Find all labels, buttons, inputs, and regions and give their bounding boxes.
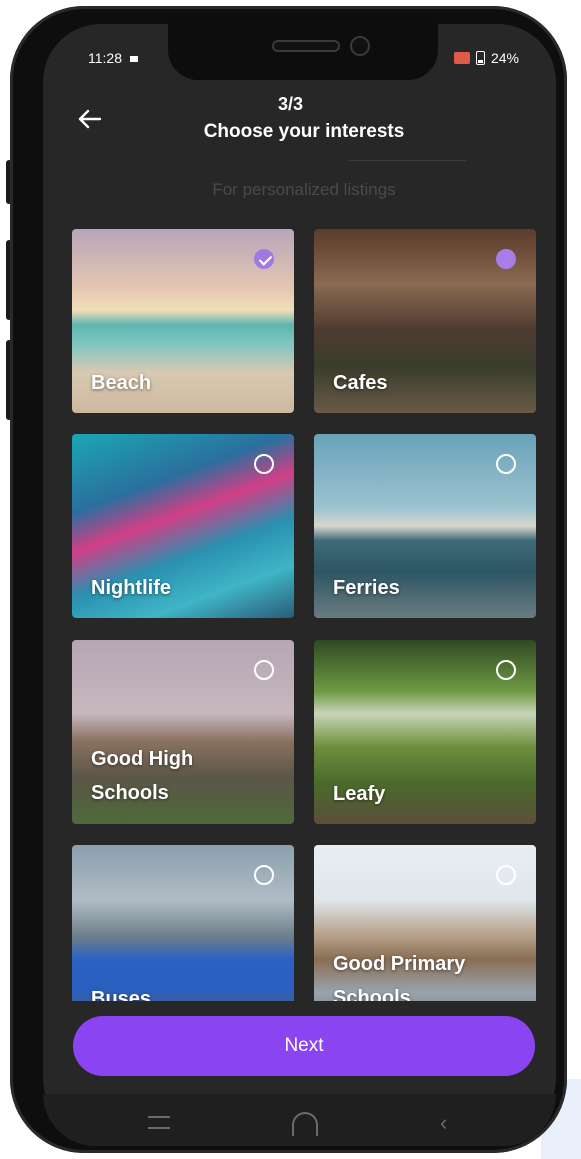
interest-label: Buses <box>91 988 152 1001</box>
step-indicator: 3/3 <box>277 94 304 114</box>
cast-icon <box>453 52 470 64</box>
interest-card-beach[interactable]: Beach <box>72 229 294 413</box>
checkbox-selected-icon[interactable] <box>496 249 516 269</box>
checkbox-icon[interactable] <box>496 454 516 474</box>
speaker <box>272 40 340 52</box>
interest-card-good-primary-schools[interactable]: Good Primary Schools <box>314 845 536 1001</box>
checkbox-checked-icon[interactable] <box>254 249 274 269</box>
interest-label: Nightlife <box>91 577 171 599</box>
page-title: Choose your interests <box>203 121 405 142</box>
interest-card-ferries[interactable]: Ferries <box>314 434 536 618</box>
checkbox-icon[interactable] <box>254 454 274 474</box>
battery-icon <box>475 51 485 65</box>
interest-card-cafes[interactable]: Cafes <box>314 229 536 413</box>
next-button[interactable]: Next <box>73 1016 535 1076</box>
interest-card-leafy[interactable]: Leafy <box>314 640 536 824</box>
interest-label: Good High Schools <box>91 748 194 804</box>
battery-text: 24% <box>490 50 519 66</box>
interest-label: Cafes <box>333 372 388 394</box>
interest-label: Ferries <box>333 577 400 599</box>
page-subtitle: For personalized listings <box>212 180 396 199</box>
interest-label: Beach <box>91 372 152 394</box>
interest-card-good-high-schools[interactable]: Good High Schools <box>72 640 294 824</box>
recording-icon <box>130 56 138 63</box>
checkbox-icon[interactable] <box>496 660 516 680</box>
status-bar-right: 24% <box>453 50 519 66</box>
time-text: 11:28 <box>88 50 122 66</box>
interests-grid: Beach Cafes Nightlife Ferries Good High … <box>72 229 536 1001</box>
interest-card-buses[interactable]: Buses <box>72 845 294 1001</box>
front-camera <box>350 36 370 56</box>
interest-card-nightlife[interactable]: Nightlife <box>72 434 294 618</box>
checkbox-icon[interactable] <box>254 660 274 680</box>
recent-apps-icon[interactable] <box>148 1116 170 1129</box>
nav-back-icon[interactable]: ‹ <box>440 1110 447 1136</box>
interest-label: Leafy <box>333 783 386 805</box>
title-divider <box>348 160 466 161</box>
home-icon[interactable] <box>292 1112 318 1136</box>
status-bar-time: 11:28 <box>88 50 138 66</box>
checkbox-icon[interactable] <box>496 865 516 885</box>
checkbox-icon[interactable] <box>254 865 274 885</box>
interest-label: Good Primary Schools <box>333 953 466 1001</box>
